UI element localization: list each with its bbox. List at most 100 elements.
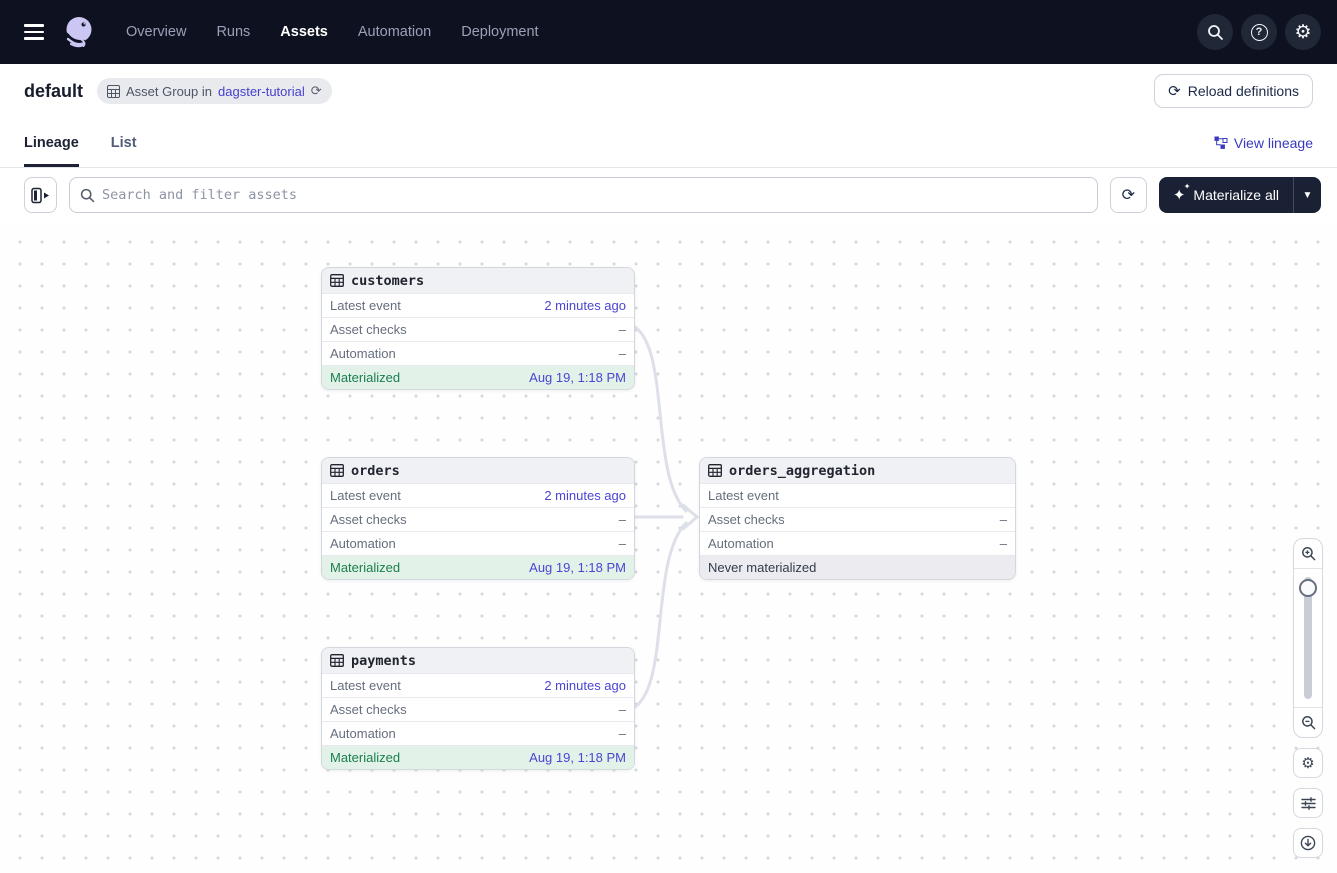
asset-node-payments[interactable]: payments Latest event 2 minutes ago Asset c…	[321, 647, 635, 770]
table-icon	[708, 464, 722, 477]
materialize-all-button[interactable]: ✦ Materialize all	[1159, 177, 1293, 213]
expand-sidebar-button[interactable]	[24, 177, 57, 213]
lineage-canvas[interactable]: customers Latest event 2 minutes ago Asset …	[0, 222, 1337, 873]
zoom-in-icon	[1301, 546, 1316, 561]
top-navbar: Overview Runs Assets Automation Deployme…	[0, 0, 1337, 64]
row-value: –	[1000, 512, 1007, 527]
asset-row-asset-checks: Asset checks–	[322, 317, 634, 341]
row-value: –	[619, 726, 626, 741]
edge-customers-to-orders-aggregation	[635, 327, 686, 511]
asset-row-automation: Automation –	[322, 531, 634, 555]
nav-item-assets[interactable]: Assets	[280, 24, 328, 40]
asset-row-latest-event: Latest event 2 minutes ago	[322, 293, 634, 317]
row-value[interactable]: 2 minutes ago	[544, 678, 626, 693]
row-value[interactable]: 2 minutes ago	[544, 488, 626, 503]
panel-expand-icon	[31, 187, 50, 204]
refresh-icon[interactable]: ⟳	[311, 83, 322, 99]
table-icon	[330, 274, 344, 287]
table-icon	[330, 654, 344, 667]
asset-search-input[interactable]	[102, 187, 1087, 203]
reload-definitions-label: Reload definitions	[1188, 83, 1299, 99]
zoom-in-button[interactable]	[1294, 539, 1322, 569]
reload-icon: ⟳	[1168, 82, 1181, 100]
search-button[interactable]	[1197, 14, 1233, 50]
gear-icon: ⚙	[1294, 23, 1311, 42]
status-label: Never materialized	[708, 560, 816, 575]
edge-payments-to-orders-aggregation	[635, 523, 686, 707]
nav-item-deployment[interactable]: Deployment	[461, 24, 538, 40]
row-value: –	[619, 536, 626, 551]
canvas-controls: ⚙	[1293, 538, 1323, 858]
row-label: Latest event	[330, 298, 401, 313]
asset-status-row: MaterializedAug 19, 1:18 PM	[322, 365, 634, 389]
graph-settings-button[interactable]: ⚙	[1293, 748, 1323, 778]
asset-row-asset-checks: Asset checks–	[322, 507, 634, 531]
edge-arrowhead	[683, 505, 697, 529]
tab-lineage[interactable]: Lineage	[24, 118, 79, 167]
materialize-split-button: ✦ Materialize all ▼	[1159, 177, 1321, 213]
view-lineage-label: View lineage	[1234, 135, 1313, 151]
tab-list[interactable]: List	[111, 118, 137, 167]
materialize-options-caret[interactable]: ▼	[1293, 177, 1321, 213]
asset-node-orders_aggregation[interactable]: orders_aggregationLatest eventAsset chec…	[699, 457, 1016, 580]
settings-button[interactable]: ⚙	[1285, 14, 1321, 50]
row-value: –	[619, 322, 626, 337]
asset-status-row: MaterializedAug 19, 1:18 PM	[322, 745, 634, 769]
status-timestamp[interactable]: Aug 19, 1:18 PM	[529, 560, 626, 575]
asset-name: orders_aggregation	[729, 463, 875, 479]
asset-node-orders[interactable]: orders Latest event 2 minutes ago Asset che…	[321, 457, 635, 580]
lineage-icon	[1214, 136, 1228, 150]
page-title: default	[24, 81, 83, 102]
refresh-icon: ⟳	[1122, 185, 1135, 205]
view-lineage-link[interactable]: View lineage	[1214, 118, 1313, 167]
nav-item-automation[interactable]: Automation	[358, 24, 431, 40]
table-icon	[107, 85, 120, 98]
row-label: Automation	[330, 536, 396, 551]
zoom-slider[interactable]	[1294, 569, 1322, 707]
page-header: default Asset Group in dagster-tutorial …	[0, 64, 1337, 118]
row-label: Latest event	[330, 488, 401, 503]
help-button[interactable]: ?	[1241, 14, 1277, 50]
tabs-bar: Lineage List View lineage	[0, 118, 1337, 168]
zoom-out-button[interactable]	[1294, 707, 1322, 737]
asset-row-latest-event: Latest event 2 minutes ago	[322, 483, 634, 507]
status-timestamp[interactable]: Aug 19, 1:18 PM	[529, 370, 626, 385]
refresh-assets-button[interactable]: ⟳	[1110, 177, 1147, 213]
asset-search-box	[69, 177, 1098, 213]
row-label: Latest event	[330, 678, 401, 693]
reload-definitions-button[interactable]: ⟳ Reload definitions	[1154, 74, 1313, 108]
asset-row-asset-checks: Asset checks–	[322, 697, 634, 721]
filters-icon	[1301, 797, 1316, 810]
nav-item-runs[interactable]: Runs	[216, 24, 250, 40]
asset-node-header[interactable]: orders_aggregation	[700, 458, 1015, 483]
asset-name: payments	[351, 653, 416, 669]
navbar-actions: ? ⚙	[1197, 14, 1321, 50]
asset-node-customers[interactable]: customers Latest event 2 minutes ago Asset …	[321, 267, 635, 390]
code-location-link[interactable]: dagster-tutorial	[218, 84, 305, 99]
asset-node-header[interactable]: customers	[322, 268, 634, 293]
graph-filters-button[interactable]	[1293, 788, 1323, 818]
recenter-button[interactable]	[1293, 828, 1323, 858]
row-value[interactable]: 2 minutes ago	[544, 298, 626, 313]
asset-row-automation: Automation –	[322, 721, 634, 745]
row-label: Asset checks	[708, 512, 785, 527]
asset-node-header[interactable]: orders	[322, 458, 634, 483]
asset-name: customers	[351, 273, 424, 289]
dagster-logo[interactable]	[60, 13, 98, 51]
row-label: Automation	[708, 536, 774, 551]
help-icon: ?	[1251, 24, 1268, 41]
asset-node-header[interactable]: payments	[322, 648, 634, 673]
search-icon	[80, 188, 95, 203]
zoom-slider-handle[interactable]	[1299, 579, 1317, 597]
nav-item-overview[interactable]: Overview	[126, 24, 186, 40]
zoom-out-icon	[1301, 715, 1316, 730]
lineage-edges	[0, 222, 1337, 873]
row-value: –	[619, 512, 626, 527]
badge-prefix: Asset Group in	[126, 84, 212, 99]
row-label: Automation	[330, 726, 396, 741]
row-value: –	[1000, 536, 1007, 551]
hamburger-menu-icon[interactable]	[16, 14, 52, 50]
row-label: Automation	[330, 346, 396, 361]
table-icon	[330, 464, 344, 477]
status-timestamp[interactable]: Aug 19, 1:18 PM	[529, 750, 626, 765]
